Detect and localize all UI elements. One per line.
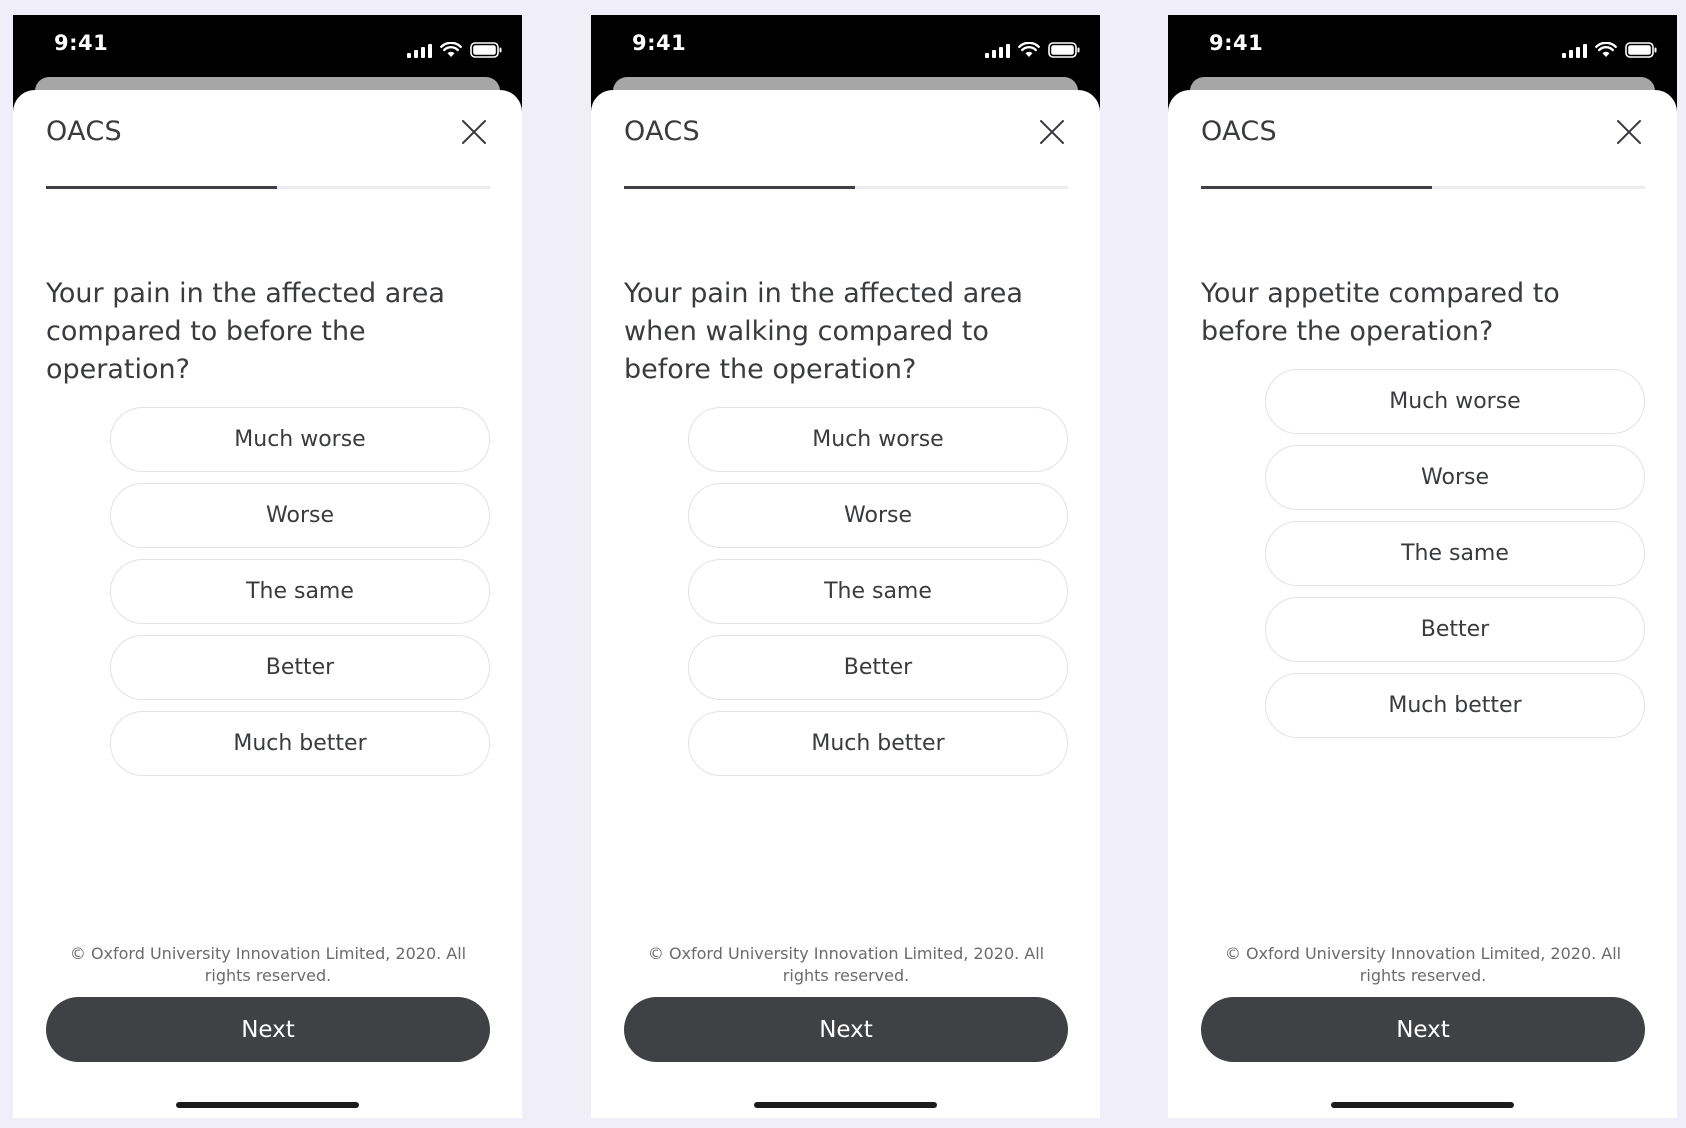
- phone-screen-1: 9:41 OACS Your pain in the affected area…: [13, 15, 522, 1118]
- option-much-worse[interactable]: Much worse: [110, 407, 490, 472]
- option-the-same[interactable]: The same: [688, 559, 1068, 624]
- status-bar: 9:41: [1168, 15, 1677, 77]
- next-button[interactable]: Next: [46, 997, 490, 1062]
- option-much-better[interactable]: Much better: [1265, 673, 1645, 738]
- progress-fill: [624, 186, 855, 189]
- close-button[interactable]: [460, 118, 488, 146]
- progress-fill: [46, 186, 277, 189]
- status-bar: 9:41: [13, 15, 522, 77]
- sheet-title: OACS: [624, 116, 700, 147]
- question-text: Your pain in the affected area compared …: [46, 278, 445, 385]
- copyright-text: © Oxford University Innovation Limited, …: [69, 944, 467, 985]
- close-button[interactable]: [1038, 118, 1066, 146]
- progress-bar: [1201, 186, 1645, 189]
- home-indicator: [176, 1102, 359, 1108]
- answer-options: Much worse Worse The same Better Much be…: [110, 407, 490, 787]
- sheet-title: OACS: [46, 116, 122, 147]
- home-indicator: [754, 1102, 937, 1108]
- signal-icon: [407, 44, 432, 58]
- close-icon: [1040, 120, 1064, 144]
- next-button[interactable]: Next: [624, 997, 1068, 1062]
- status-icons: [407, 38, 502, 58]
- option-worse[interactable]: Worse: [110, 483, 490, 548]
- close-button[interactable]: [1615, 118, 1643, 146]
- option-much-better[interactable]: Much better: [688, 711, 1068, 776]
- status-icons: [985, 38, 1080, 58]
- wifi-icon: [440, 42, 462, 58]
- sheet-title: OACS: [1201, 116, 1277, 147]
- wifi-icon: [1018, 42, 1040, 58]
- close-icon: [462, 120, 486, 144]
- phone-screen-3: 9:41 OACS Your appetite compared to befo…: [1168, 15, 1677, 1118]
- status-time: 9:41: [54, 31, 109, 55]
- option-the-same[interactable]: The same: [110, 559, 490, 624]
- next-button[interactable]: Next: [1201, 997, 1645, 1062]
- questionnaire-sheet: OACS Your appetite compared to before th…: [1168, 90, 1677, 1118]
- copyright-text: © Oxford University Innovation Limited, …: [1224, 944, 1622, 985]
- battery-icon: [1048, 42, 1080, 58]
- option-worse[interactable]: Worse: [1265, 445, 1645, 510]
- answer-options: Much worse Worse The same Better Much be…: [1265, 369, 1645, 749]
- signal-icon: [985, 44, 1010, 58]
- signal-icon: [1562, 44, 1587, 58]
- questionnaire-sheet: OACS Your pain in the affected area when…: [591, 90, 1100, 1118]
- status-icons: [1562, 38, 1657, 58]
- option-better[interactable]: Better: [688, 635, 1068, 700]
- option-the-same[interactable]: The same: [1265, 521, 1645, 586]
- option-better[interactable]: Better: [1265, 597, 1645, 662]
- progress-bar: [624, 186, 1068, 189]
- wifi-icon: [1595, 42, 1617, 58]
- phone-screen-2: 9:41 OACS Your pain in the affected area…: [591, 15, 1100, 1118]
- battery-icon: [470, 42, 502, 58]
- close-icon: [1617, 120, 1641, 144]
- option-much-worse[interactable]: Much worse: [688, 407, 1068, 472]
- status-time: 9:41: [1209, 31, 1264, 55]
- status-bar: 9:41: [591, 15, 1100, 77]
- progress-fill: [1201, 186, 1432, 189]
- home-indicator: [1331, 1102, 1514, 1108]
- question-text: Your pain in the affected area when walk…: [624, 278, 1023, 385]
- questionnaire-sheet: OACS Your pain in the affected area comp…: [13, 90, 522, 1118]
- question-text: Your appetite compared to before the ope…: [1201, 278, 1560, 347]
- progress-bar: [46, 186, 490, 189]
- option-much-worse[interactable]: Much worse: [1265, 369, 1645, 434]
- answer-options: Much worse Worse The same Better Much be…: [688, 407, 1068, 787]
- option-much-better[interactable]: Much better: [110, 711, 490, 776]
- option-worse[interactable]: Worse: [688, 483, 1068, 548]
- copyright-text: © Oxford University Innovation Limited, …: [647, 944, 1045, 985]
- option-better[interactable]: Better: [110, 635, 490, 700]
- status-time: 9:41: [632, 31, 687, 55]
- battery-icon: [1625, 42, 1657, 58]
